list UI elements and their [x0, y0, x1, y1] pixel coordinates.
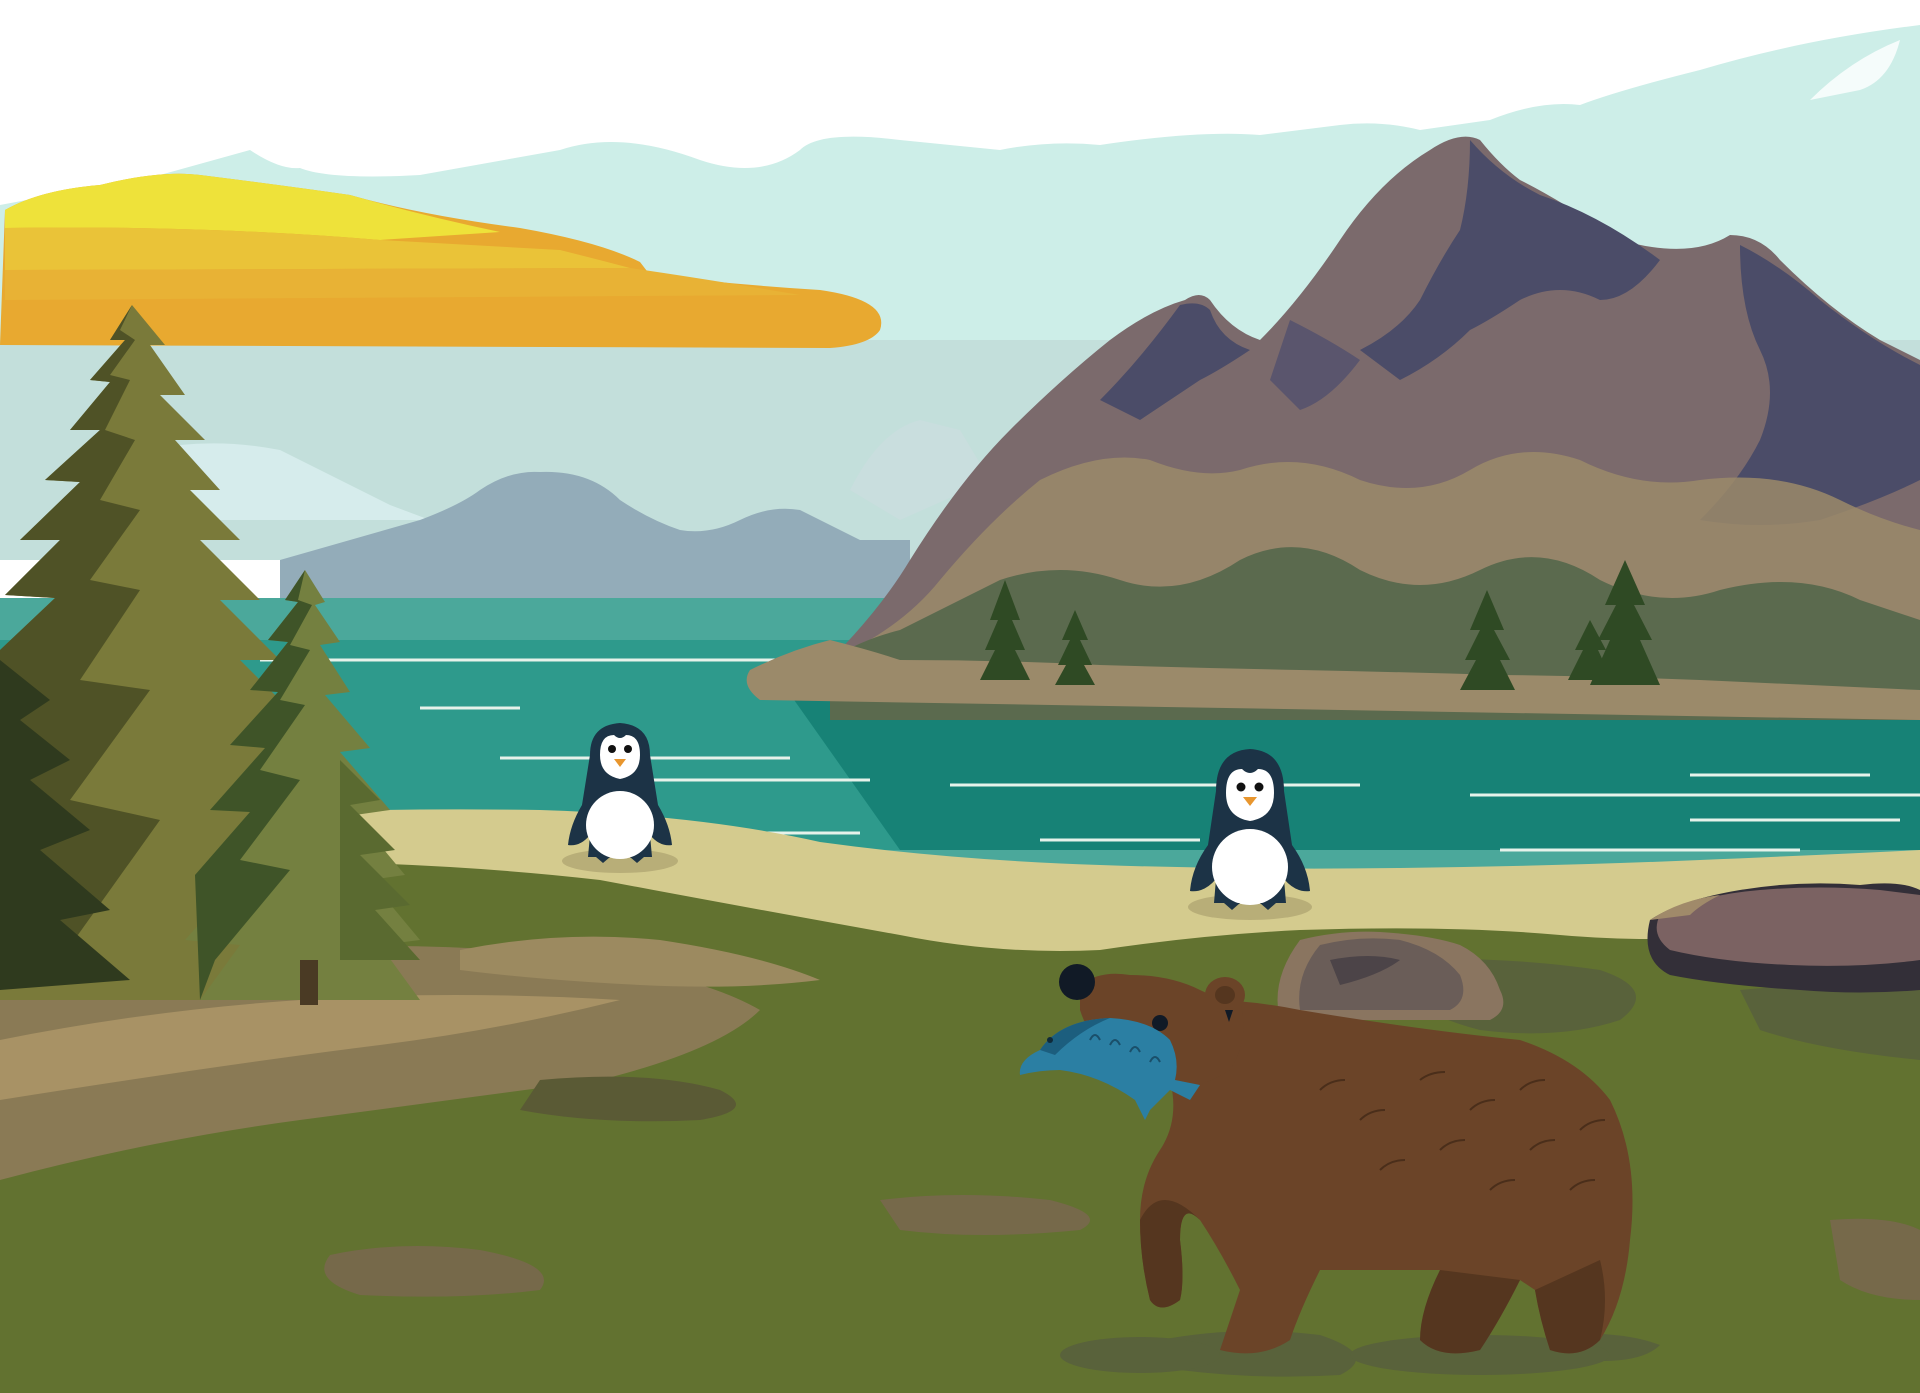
scene-svg — [0, 0, 1920, 1393]
landscape-illustration — [0, 0, 1920, 1393]
